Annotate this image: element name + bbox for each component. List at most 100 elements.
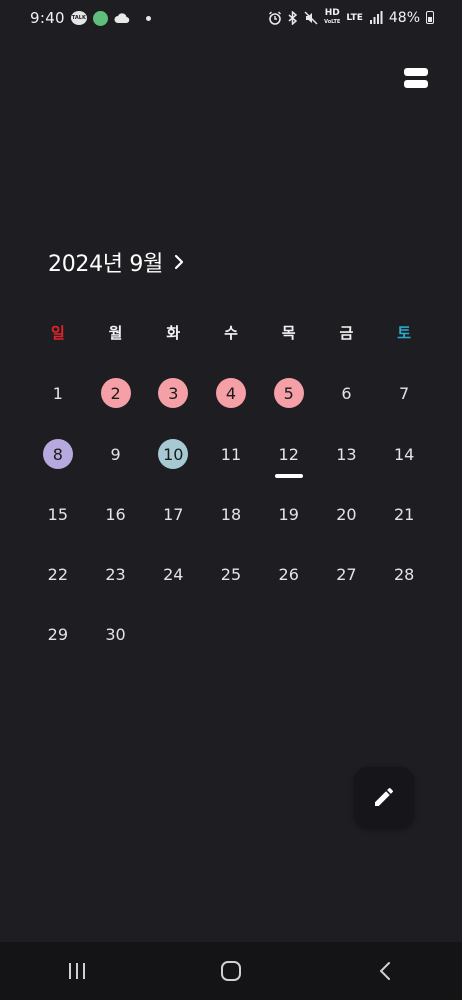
day-number	[331, 619, 361, 649]
day-cell[interactable]: 27	[318, 556, 376, 592]
home-button[interactable]	[201, 951, 261, 991]
navigation-bar	[0, 942, 462, 1000]
status-right: HD VoLTE LTE 48%	[268, 9, 434, 26]
day-number: 28	[393, 564, 415, 584]
month-title: 2024년 9월	[48, 252, 164, 277]
day-number	[274, 619, 304, 649]
day-number	[158, 619, 188, 649]
day-cell[interactable]: 4	[202, 375, 260, 411]
day-number	[216, 619, 246, 649]
week-row: 8 9 10 11 12 13 14	[29, 436, 433, 478]
day-cell[interactable]: 7	[375, 375, 433, 411]
kakaotalk-icon: TALK	[70, 11, 87, 25]
battery-icon	[426, 11, 434, 24]
day-number: 3	[158, 378, 189, 408]
day-cell[interactable]: 3	[144, 375, 202, 411]
day-cell[interactable]: 12	[260, 436, 318, 478]
day-number: 21	[393, 504, 415, 524]
day-cell[interactable]: 16	[87, 496, 145, 532]
chevron-right-icon	[174, 254, 184, 270]
day-cell	[318, 616, 376, 652]
day-number: 9	[110, 444, 121, 464]
weekday-fri: 금	[339, 324, 354, 342]
menu-icon	[404, 68, 428, 76]
day-cell	[202, 616, 260, 652]
hd-voice-indicator: HD VoLTE	[324, 9, 340, 26]
edit-fab-button[interactable]	[354, 767, 414, 827]
day-cell[interactable]: 18	[202, 496, 260, 532]
day-cell[interactable]: 21	[375, 496, 433, 532]
bluetooth-icon	[288, 10, 298, 25]
day-cell[interactable]: 6	[318, 375, 376, 411]
alarm-icon	[269, 11, 282, 25]
today-indicator	[274, 474, 303, 478]
recent-apps-icon	[69, 963, 85, 979]
day-number: 24	[163, 564, 184, 584]
status-time: 9:40	[30, 9, 65, 27]
talk-label: TALK	[71, 15, 86, 21]
day-number: 30	[105, 624, 126, 644]
weekday-tue: 화	[166, 324, 181, 342]
day-cell[interactable]: 30	[87, 616, 145, 652]
day-cell[interactable]: 5	[260, 375, 318, 411]
day-cell[interactable]: 11	[202, 436, 260, 472]
weekday-sat: 토	[397, 324, 412, 342]
day-number	[389, 619, 419, 649]
day-cell[interactable]: 24	[144, 556, 202, 592]
week-row: 29 30	[29, 616, 433, 652]
day-number: 7	[399, 383, 410, 403]
day-cell[interactable]: 15	[29, 496, 87, 532]
weekday-wed: 수	[224, 324, 238, 342]
recent-apps-button[interactable]	[47, 951, 107, 991]
weekday-thu: 목	[281, 324, 296, 342]
week-row: 15 16 17 18 19 20 21	[29, 496, 433, 532]
day-number: 15	[47, 504, 69, 524]
day-cell[interactable]: 13	[318, 436, 376, 472]
pencil-icon	[375, 787, 393, 806]
back-button[interactable]	[355, 951, 415, 991]
signal-icon	[369, 11, 383, 24]
volte-label: VoLTE	[324, 19, 341, 25]
back-icon	[380, 962, 390, 980]
day-number: 13	[336, 444, 357, 464]
lte-label: LTE	[346, 12, 363, 23]
menu-icon-bar	[404, 80, 428, 88]
day-number: 17	[163, 504, 184, 524]
menu-button[interactable]	[404, 68, 428, 88]
more-notifications-dot-icon	[145, 15, 151, 21]
day-number: 8	[42, 439, 73, 469]
day-cell[interactable]: 20	[318, 496, 376, 532]
day-cell[interactable]: 29	[29, 616, 87, 652]
day-number: 16	[105, 504, 126, 524]
day-cell[interactable]: 8	[29, 436, 87, 472]
day-number: 19	[278, 504, 299, 524]
day-number: 26	[278, 564, 299, 584]
day-number: 23	[105, 564, 126, 584]
day-cell[interactable]: 22	[29, 556, 87, 592]
day-cell[interactable]: 19	[260, 496, 318, 532]
day-cell[interactable]: 9	[87, 436, 145, 472]
day-cell[interactable]: 26	[260, 556, 318, 592]
day-cell[interactable]: 2	[87, 375, 145, 411]
day-cell[interactable]: 28	[375, 556, 433, 592]
day-cell[interactable]: 1	[29, 375, 87, 411]
day-cell[interactable]: 14	[375, 436, 433, 472]
month-selector[interactable]: 2024년 9월	[48, 246, 185, 278]
day-cell[interactable]: 17	[144, 496, 202, 532]
day-cell	[375, 616, 433, 652]
day-number: 12	[278, 444, 299, 464]
day-number: 22	[47, 564, 69, 584]
day-number: 25	[220, 564, 242, 584]
week-row: 1 2 3 4 5 6 7	[29, 375, 433, 411]
weekday-sun: 일	[50, 324, 65, 342]
day-cell[interactable]: 25	[202, 556, 260, 592]
weekday-header: 일 월 화 수 목 금 토	[29, 322, 433, 343]
weekday-mon: 월	[108, 324, 123, 342]
status-left: 9:40 TALK	[30, 9, 151, 27]
week-row: 22 23 24 25 26 27 28	[29, 556, 433, 592]
day-cell	[144, 616, 202, 652]
day-cell[interactable]: 23	[87, 556, 145, 592]
app-notification-icon	[92, 10, 108, 26]
battery-percent: 48%	[388, 9, 420, 26]
day-cell[interactable]: 10	[144, 436, 202, 472]
